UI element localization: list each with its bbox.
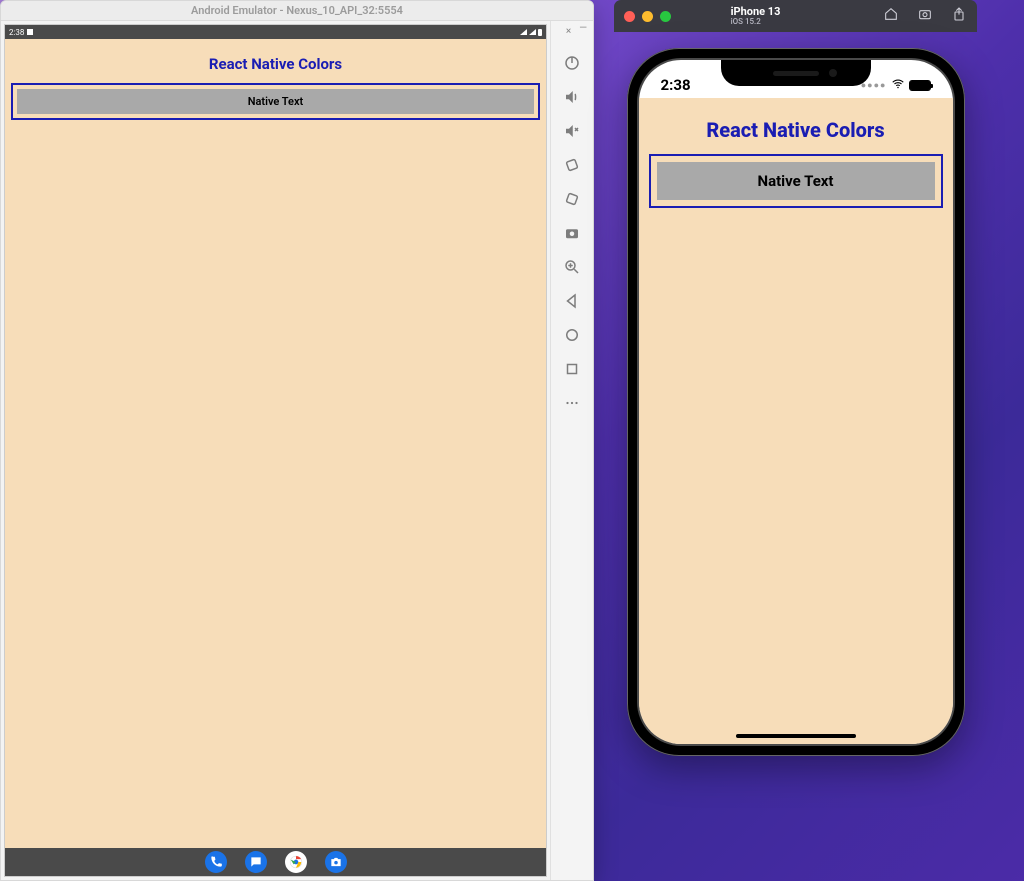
rotate-right-button[interactable] — [562, 189, 582, 209]
emulator-minimize-button[interactable]: — — [579, 24, 587, 34]
native-text-label: Native Text — [17, 89, 534, 114]
power-button[interactable] — [562, 53, 582, 73]
battery-icon — [538, 29, 542, 36]
native-text-container[interactable]: Native Text — [649, 154, 943, 208]
ios-app-content: React Native Colors Native Text — [639, 98, 953, 744]
wifi-icon — [891, 77, 905, 94]
sim-home-button[interactable] — [883, 6, 899, 26]
battery-icon — [909, 80, 931, 91]
more-button[interactable] — [562, 393, 582, 413]
sim-share-button[interactable] — [951, 6, 967, 26]
window-close-button[interactable] — [624, 11, 635, 22]
volume-down-button[interactable] — [562, 121, 582, 141]
native-text-container[interactable]: Native Text — [11, 83, 540, 120]
zoom-button[interactable] — [562, 257, 582, 277]
android-emulator-window: Android Emulator - Nexus_10_API_32:5554 … — [0, 0, 594, 881]
iphone-frame: 2:38 ●●●● React Native Colors Native Tex… — [627, 48, 965, 756]
app-title: React Native Colors — [11, 55, 540, 73]
back-button[interactable] — [562, 291, 582, 311]
android-app-content: React Native Colors Native Text — [5, 39, 546, 848]
emulator-toolbar: × — — [551, 21, 593, 880]
ios-os-version: iOS 15.2 — [731, 18, 781, 27]
sim-screenshot-button[interactable] — [917, 6, 933, 26]
android-status-time: 2:38 — [9, 28, 24, 37]
camera-app-icon[interactable] — [325, 851, 347, 873]
ios-simulator-window: iPhone 13 iOS 15.2 2:38 ●●●● — [614, 0, 977, 772]
phone-app-icon[interactable] — [205, 851, 227, 873]
ios-status-time: 2:38 — [661, 76, 691, 94]
messages-app-icon[interactable] — [245, 851, 267, 873]
volume-up-button[interactable] — [562, 87, 582, 107]
android-device-screen[interactable]: 2:38 React Native Colors Native Text — [4, 24, 547, 877]
android-screen-wrap: 2:38 React Native Colors Native Text — [1, 21, 551, 880]
iphone-screen[interactable]: 2:38 ●●●● React Native Colors Native Tex… — [639, 60, 953, 744]
native-text-label: Native Text — [657, 162, 935, 200]
app-title: React Native Colors — [649, 118, 943, 142]
signal-icon — [529, 29, 536, 35]
android-status-badge-icon — [27, 29, 33, 35]
notch — [721, 60, 871, 86]
window-minimize-button[interactable] — [642, 11, 653, 22]
android-window-title: Android Emulator - Nexus_10_API_32:5554 — [1, 1, 593, 21]
android-taskbar — [5, 848, 546, 876]
chrome-app-icon[interactable] — [285, 851, 307, 873]
android-status-bar: 2:38 — [5, 25, 546, 39]
home-button[interactable] — [562, 325, 582, 345]
screenshot-button[interactable] — [562, 223, 582, 243]
wifi-icon — [520, 29, 527, 35]
cellular-signal-icon: ●●●● — [861, 80, 887, 91]
overview-button[interactable] — [562, 359, 582, 379]
ios-titlebar: iPhone 13 iOS 15.2 — [614, 0, 977, 32]
home-indicator[interactable] — [736, 734, 856, 738]
window-zoom-button[interactable] — [660, 11, 671, 22]
rotate-left-button[interactable] — [562, 155, 582, 175]
emulator-close-button[interactable]: × — [566, 27, 571, 37]
